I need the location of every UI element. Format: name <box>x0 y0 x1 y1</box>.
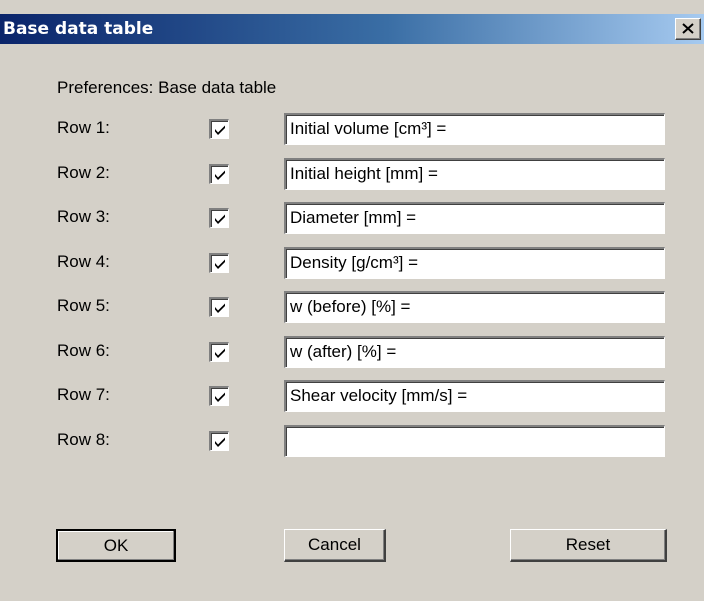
dialog-title: Base data table <box>3 19 154 39</box>
row-checkbox[interactable] <box>209 164 229 184</box>
table-row: Row 7: Shear velocity [mm/s] = <box>0 378 704 412</box>
row-checkbox[interactable] <box>209 342 229 362</box>
table-row: Row 5: w (before) [%] = <box>0 289 704 323</box>
check-icon <box>215 125 225 135</box>
row-checkbox[interactable] <box>209 297 229 317</box>
table-row: Row 1: Initial volume [cm³] = <box>0 111 704 145</box>
table-row: Row 8: <box>0 423 704 457</box>
cancel-button[interactable]: Cancel <box>284 529 386 562</box>
check-icon <box>215 437 225 447</box>
row-label: Row 4: <box>57 252 110 271</box>
check-icon <box>215 348 225 358</box>
row-text-field[interactable]: Density [g/cm³] = <box>284 247 665 279</box>
row-text-field[interactable] <box>284 425 665 457</box>
check-icon <box>215 214 225 224</box>
close-button[interactable] <box>675 18 701 40</box>
table-row: Row 2: Initial height [mm] = <box>0 156 704 190</box>
check-icon <box>215 259 225 269</box>
check-icon <box>215 392 225 402</box>
row-text-field[interactable]: Diameter [mm] = <box>284 202 665 234</box>
row-checkbox[interactable] <box>209 119 229 139</box>
row-text-field[interactable]: Initial height [mm] = <box>284 158 665 190</box>
check-icon <box>215 170 225 180</box>
reset-button[interactable]: Reset <box>510 529 667 562</box>
row-label: Row 2: <box>57 163 110 182</box>
row-checkbox[interactable] <box>209 386 229 406</box>
row-text-field[interactable]: Shear velocity [mm/s] = <box>284 380 665 412</box>
row-text-field[interactable]: Initial volume [cm³] = <box>284 113 665 145</box>
row-text-field[interactable]: w (before) [%] = <box>284 291 665 323</box>
row-checkbox[interactable] <box>209 208 229 228</box>
row-label: Row 7: <box>57 385 110 404</box>
title-bar[interactable]: Base data table <box>0 14 704 44</box>
preferences-heading: Preferences: Base data table <box>57 78 277 97</box>
table-row: Row 3: Diameter [mm] = <box>0 200 704 234</box>
ok-button[interactable]: OK <box>56 529 176 562</box>
row-label: Row 8: <box>57 430 110 449</box>
row-checkbox[interactable] <box>209 431 229 451</box>
base-data-table-dialog: Base data table Preferences: Base data t… <box>0 0 704 601</box>
row-text-field[interactable]: w (after) [%] = <box>284 336 665 368</box>
row-label: Row 3: <box>57 207 110 226</box>
check-icon <box>215 303 225 313</box>
row-label: Row 1: <box>57 118 110 137</box>
row-label: Row 6: <box>57 341 110 360</box>
row-checkbox[interactable] <box>209 253 229 273</box>
table-row: Row 6: w (after) [%] = <box>0 334 704 368</box>
close-icon <box>682 23 694 34</box>
table-row: Row 4: Density [g/cm³] = <box>0 245 704 279</box>
row-label: Row 5: <box>57 296 110 315</box>
